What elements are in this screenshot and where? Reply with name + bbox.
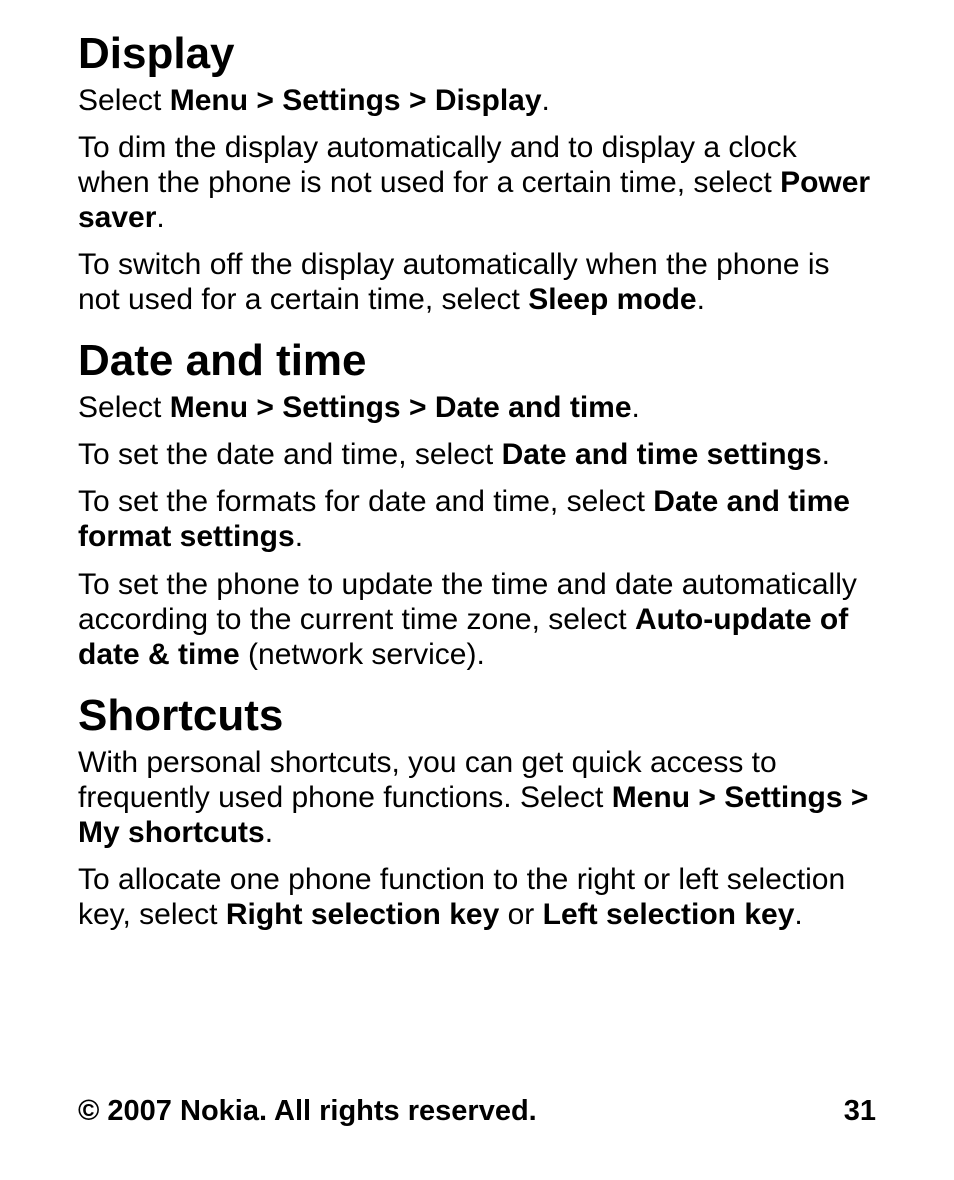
text: To set the date and time, select — [78, 438, 502, 471]
page-number: 31 — [844, 1095, 876, 1128]
copyright-text: © 2007 Nokia. All rights reserved. — [78, 1095, 537, 1128]
footer: © 2007 Nokia. All rights reserved. 31 — [78, 1095, 876, 1128]
paragraph-shortcuts-intro: With personal shortcuts, you can get qui… — [78, 745, 876, 850]
bold-sep: > — [843, 781, 869, 814]
bold-sleep-mode: Sleep mode — [528, 283, 696, 316]
text: . — [822, 438, 830, 471]
text: Select — [78, 391, 170, 424]
bold-date-and-time-settings: Date and time settings — [502, 438, 822, 471]
heading-display: Display — [78, 28, 876, 81]
bold-settings: Settings — [282, 84, 400, 117]
text: To switch off the display automatically … — [78, 248, 830, 316]
bold-date-and-time: Date and time — [435, 391, 632, 424]
heading-date-and-time: Date and time — [78, 335, 876, 388]
bold-settings: Settings — [282, 391, 400, 424]
text: To dim the display automatically and to … — [78, 131, 797, 199]
bold-left-selection-key: Left selection key — [543, 898, 795, 931]
paragraph-display-nav: Select Menu > Settings > Display. — [78, 83, 876, 118]
bold-right-selection-key: Right selection key — [226, 898, 499, 931]
text: . — [265, 816, 273, 849]
text: (network service). — [240, 638, 485, 671]
paragraph-datetime-nav: Select Menu > Settings > Date and time. — [78, 390, 876, 425]
bold-sep: > — [690, 781, 724, 814]
text: or — [499, 898, 542, 931]
paragraph-shortcuts-selectionkey: To allocate one phone function to the ri… — [78, 862, 876, 932]
paragraph-display-sleepmode: To switch off the display automatically … — [78, 247, 876, 317]
bold-menu: Menu — [170, 391, 248, 424]
bold-menu: Menu — [170, 84, 248, 117]
heading-shortcuts: Shortcuts — [78, 690, 876, 743]
text: . — [542, 84, 550, 117]
bold-settings: Settings — [724, 781, 842, 814]
text: . — [697, 283, 705, 316]
bold-sep: > — [248, 391, 282, 424]
bold-menu: Menu — [612, 781, 690, 814]
text: . — [156, 201, 164, 234]
paragraph-datetime-format: To set the formats for date and time, se… — [78, 484, 876, 554]
bold-sep: > — [401, 391, 435, 424]
paragraph-datetime-autoupdate: To set the phone to update the time and … — [78, 567, 876, 672]
paragraph-display-powersaver: To dim the display automatically and to … — [78, 130, 876, 235]
text: . — [295, 520, 303, 553]
text: To set the formats for date and time, se… — [78, 485, 653, 518]
text: Select — [78, 84, 170, 117]
text: . — [632, 391, 640, 424]
bold-sep: > — [248, 84, 282, 117]
bold-sep: > — [401, 84, 435, 117]
text: . — [794, 898, 802, 931]
bold-display: Display — [435, 84, 542, 117]
document-page: Display Select Menu > Settings > Display… — [0, 0, 954, 1180]
paragraph-datetime-settings: To set the date and time, select Date an… — [78, 437, 876, 472]
bold-my-shortcuts: My shortcuts — [78, 816, 265, 849]
